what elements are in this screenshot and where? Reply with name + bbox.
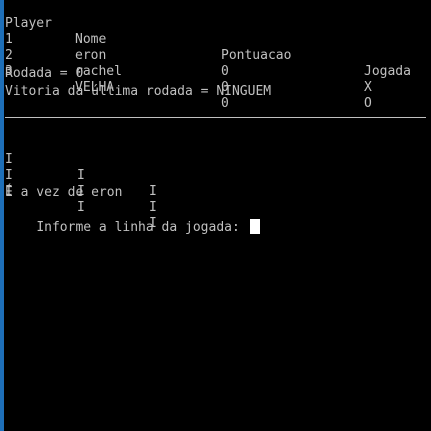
table-row: 2 rachel 0 O (5, 32, 372, 111)
input-prompt-label: Informe a linha da jogada: (36, 220, 248, 235)
divider-line (5, 117, 426, 118)
console-window: Player Nome Pontuacao Jogada 1 eron 0 X … (0, 0, 431, 431)
player-symbol: O (364, 96, 372, 111)
window-edge-strip (0, 0, 4, 431)
input-line[interactable]: Informe a linha da jogada: (5, 203, 260, 235)
player-score: 0 (221, 64, 229, 79)
header-nome: Nome (75, 32, 107, 47)
board-row: I I I (5, 168, 157, 231)
header-pontuacao: Pontuacao (221, 48, 292, 63)
table-row: 3 VELHA 0 (5, 48, 229, 111)
table-row: 1 eron 0 X (5, 16, 372, 95)
table-header-row: Player Nome Pontuacao Jogada (5, 0, 411, 79)
text-cursor[interactable] (249, 219, 260, 234)
board-row: I I I (5, 152, 157, 215)
board-cell: I (77, 168, 85, 183)
turn-indicator: É a vez de eron (5, 185, 123, 200)
player-symbol: X (364, 80, 372, 95)
player-name: eron (75, 48, 107, 63)
round-counter: Rodada = 0 (5, 66, 84, 81)
header-jogada: Jogada (364, 64, 411, 79)
board-row: I I I (5, 136, 157, 199)
last-round-winner: Vitoria da última rodada = NINGUEM (5, 84, 272, 99)
board-cell: I (149, 184, 157, 199)
